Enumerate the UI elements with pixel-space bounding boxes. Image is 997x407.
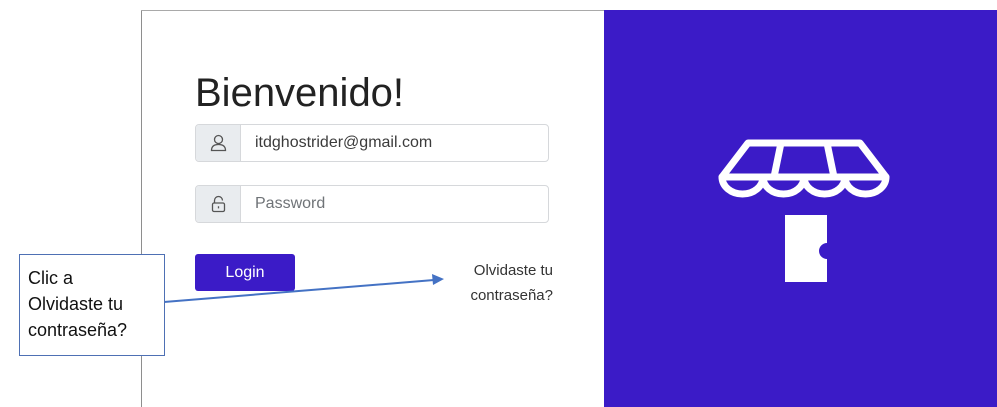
annotation-line-2: Olvidaste tu — [28, 294, 124, 314]
annotation-line-1: Clic a — [28, 268, 74, 288]
annotation-callout: Clic a Olvidaste tu contraseña? — [19, 254, 165, 356]
annotation-line-3: contraseña? — [28, 320, 128, 340]
